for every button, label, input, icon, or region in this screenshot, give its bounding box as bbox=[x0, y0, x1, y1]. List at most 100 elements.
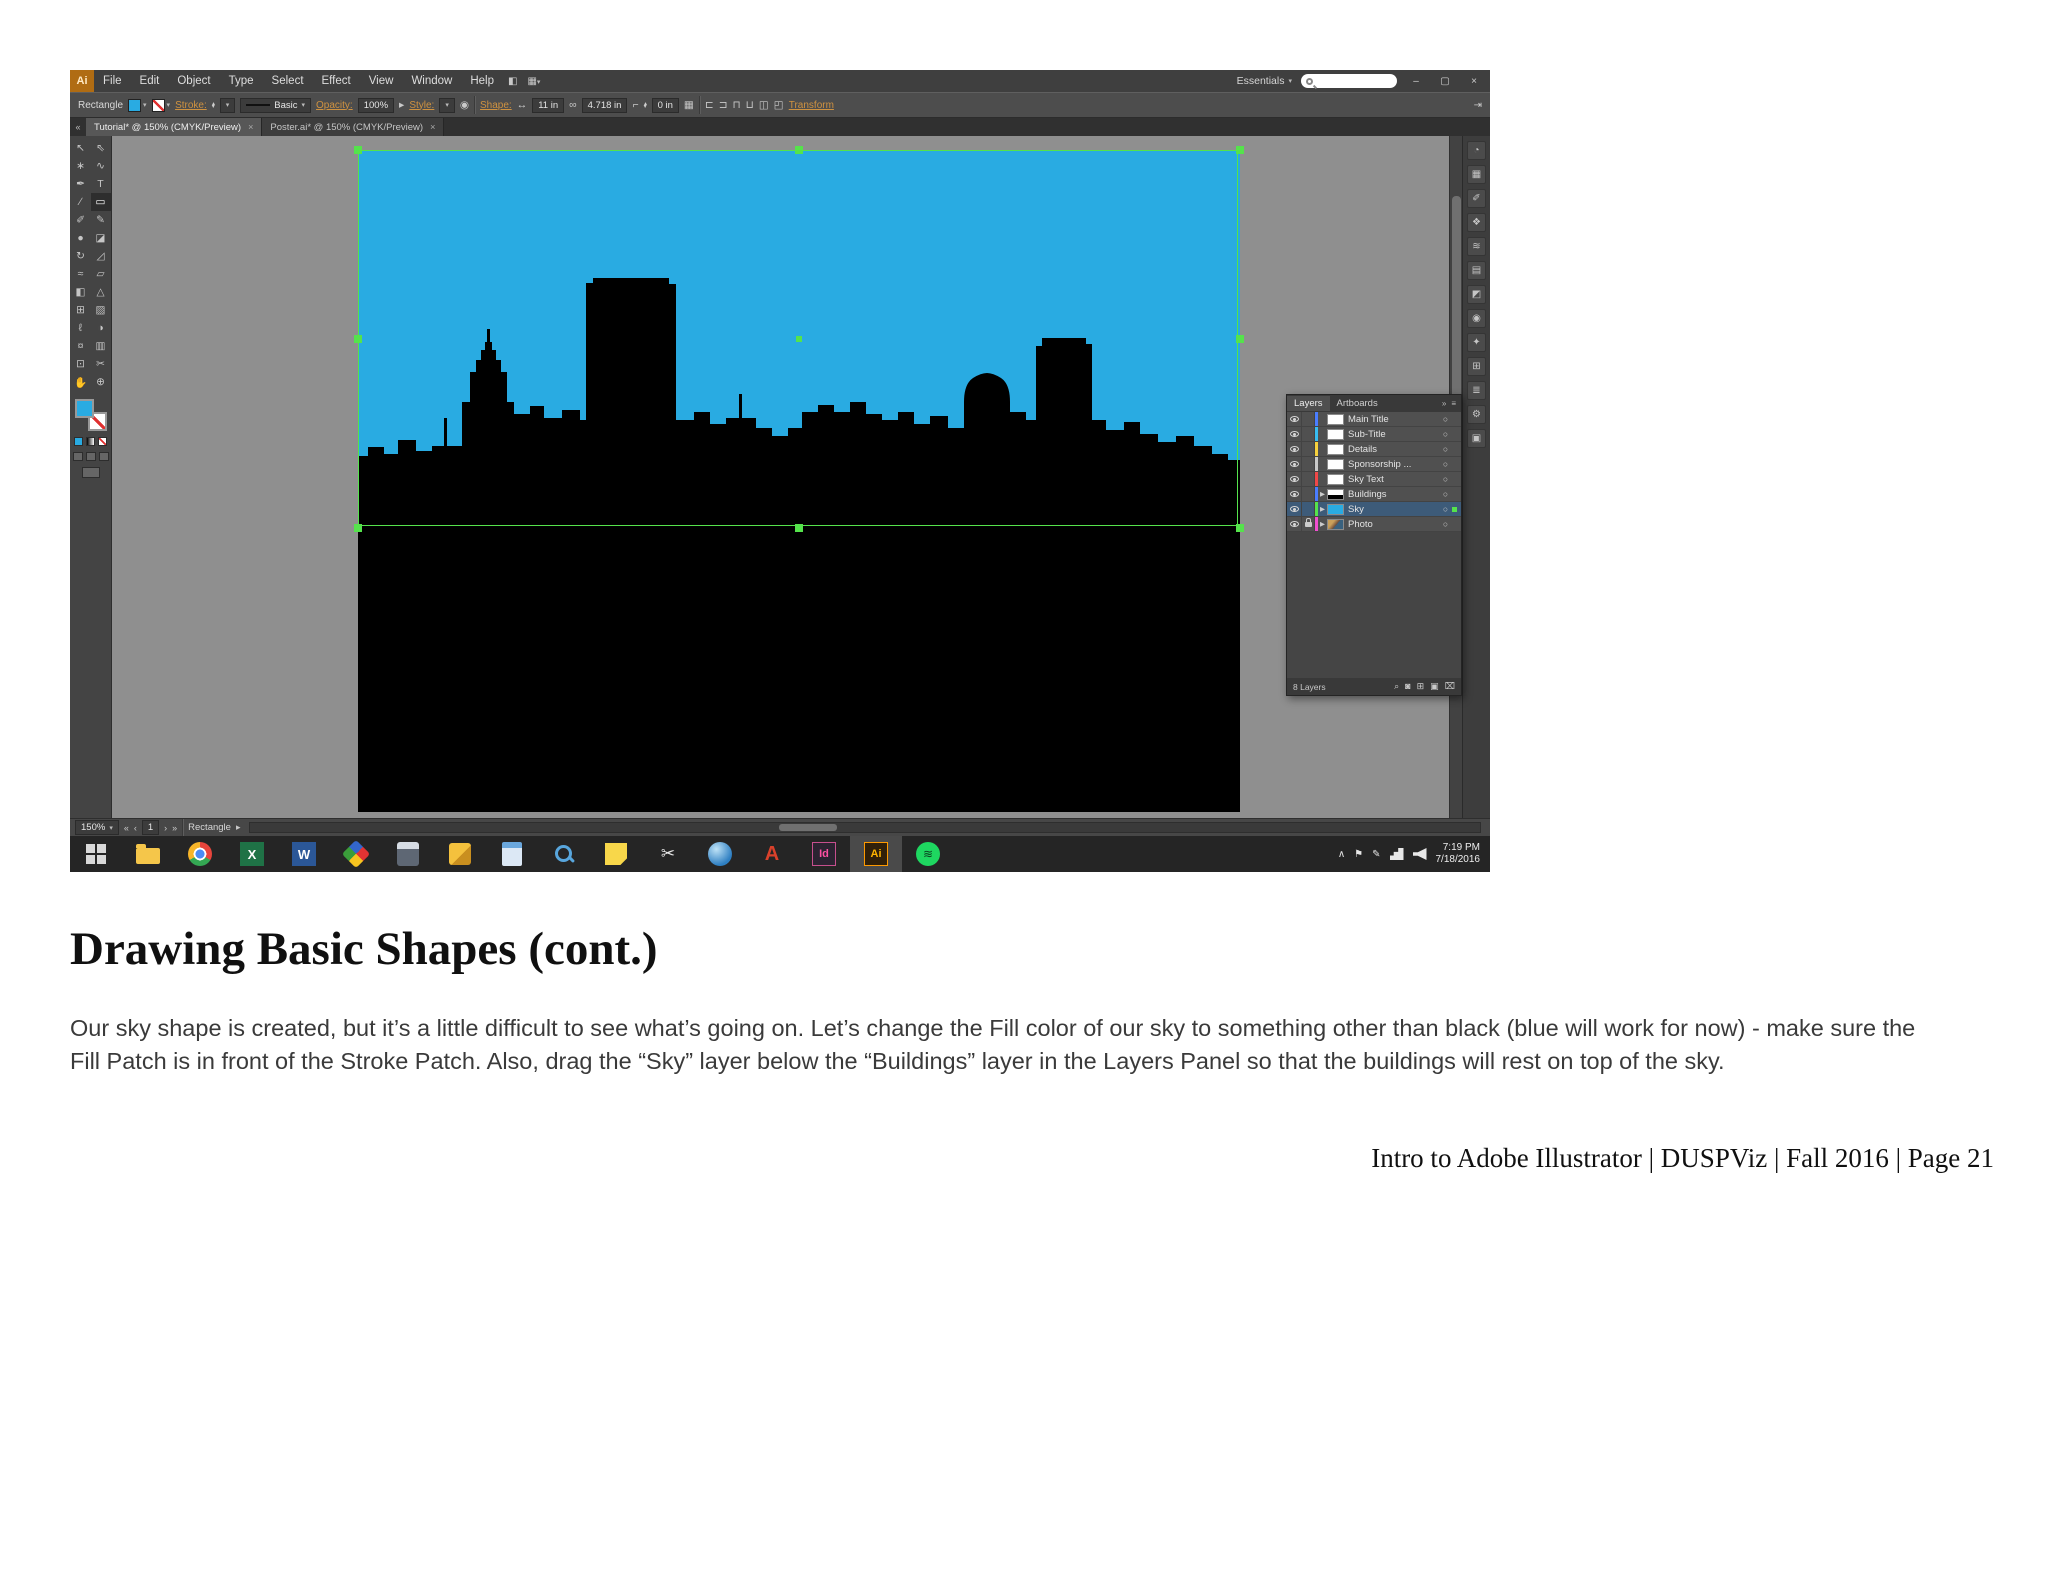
panel-menu-icon[interactable]: ≡ bbox=[1451, 399, 1456, 408]
taskbar-file-explorer[interactable] bbox=[122, 836, 174, 872]
gradient-mode-button[interactable] bbox=[86, 437, 95, 446]
eyedropper-tool[interactable]: ℓ bbox=[71, 319, 91, 337]
new-layer-icon[interactable]: ▣ bbox=[1430, 681, 1439, 692]
menu-view[interactable]: View bbox=[360, 75, 403, 87]
corner-radius-field[interactable]: 0 in bbox=[651, 97, 679, 113]
canvas[interactable] bbox=[112, 136, 1449, 818]
visibility-toggle[interactable] bbox=[1287, 517, 1302, 531]
action-center-icon[interactable]: ⚑ bbox=[1354, 849, 1363, 860]
taskbar-illustrator[interactable]: Ai bbox=[850, 836, 902, 872]
arrange-documents-icon[interactable]: ▦▾ bbox=[527, 76, 540, 87]
layer-name[interactable]: Buildings bbox=[1348, 489, 1439, 500]
layer-name[interactable]: Sky Text bbox=[1348, 474, 1439, 485]
rotate-tool[interactable]: ↻ bbox=[71, 247, 91, 265]
target-icon[interactable]: ○ bbox=[1439, 429, 1452, 439]
document-tab-poster[interactable]: Poster.ai* @ 150% (CMYK/Preview) × bbox=[262, 118, 445, 136]
tab-layers[interactable]: Layers bbox=[1287, 396, 1330, 411]
layer-row-sky-text[interactable]: Sky Text ○ bbox=[1287, 472, 1461, 487]
dock-swatches-panel-icon[interactable]: ▦ bbox=[1467, 165, 1486, 184]
zoom-select[interactable]: 150% ▾ bbox=[75, 820, 119, 835]
pen-settings-icon[interactable]: ✎ bbox=[1372, 849, 1380, 860]
menu-edit[interactable]: Edit bbox=[131, 75, 169, 87]
taskbar-app-yellow[interactable] bbox=[434, 836, 486, 872]
layer-thumbnail[interactable] bbox=[1327, 413, 1344, 425]
close-tab-icon[interactable]: × bbox=[248, 122, 253, 132]
visibility-toggle[interactable] bbox=[1287, 442, 1302, 456]
make-mask-icon[interactable]: ◙ bbox=[1405, 681, 1410, 692]
scale-tool[interactable]: ◿ bbox=[91, 247, 111, 265]
lasso-tool[interactable]: ∿ bbox=[91, 157, 111, 175]
align-center-icon[interactable]: ◫ bbox=[759, 99, 769, 111]
column-graph-tool[interactable]: ▥ bbox=[91, 337, 111, 355]
layer-row-buildings[interactable]: ▶ Buildings ○ bbox=[1287, 487, 1461, 502]
artboard-tool[interactable]: ⊡ bbox=[71, 355, 91, 373]
next-artboard-button[interactable]: › bbox=[164, 823, 167, 833]
dock-symbols-panel-icon[interactable]: ❖ bbox=[1467, 213, 1486, 232]
layer-row-sub-title[interactable]: Sub-Title ○ bbox=[1287, 427, 1461, 442]
artwork[interactable] bbox=[354, 146, 1244, 812]
dock-transparency-panel-icon[interactable]: ◩ bbox=[1467, 285, 1486, 304]
blob-brush-tool[interactable]: ● bbox=[71, 229, 91, 247]
stroke-link[interactable]: Stroke: bbox=[175, 100, 207, 111]
visibility-toggle[interactable] bbox=[1287, 487, 1302, 501]
layer-thumbnail[interactable] bbox=[1327, 473, 1344, 485]
transform-link[interactable]: Transform bbox=[789, 100, 834, 111]
slice-tool[interactable]: ✂ bbox=[91, 355, 111, 373]
layer-row-photo[interactable]: ▶ Photo ○ bbox=[1287, 517, 1461, 532]
zoom-tool[interactable]: ⊕ bbox=[91, 373, 111, 391]
selection-handle[interactable] bbox=[795, 524, 803, 532]
dock-control-bar-icon[interactable]: ⇥ bbox=[1474, 100, 1482, 111]
restore-button[interactable]: ▢ bbox=[1435, 76, 1455, 87]
layer-name[interactable]: Details bbox=[1348, 444, 1439, 455]
visibility-toggle[interactable] bbox=[1287, 427, 1302, 441]
opacity-popup-icon[interactable]: ▸ bbox=[399, 99, 404, 111]
expand-icon[interactable]: ▶ bbox=[1318, 520, 1327, 528]
horizontal-scrollbar-thumb[interactable] bbox=[779, 824, 838, 831]
target-icon[interactable]: ○ bbox=[1439, 459, 1452, 469]
tab-artboards[interactable]: Artboards bbox=[1330, 396, 1385, 411]
visibility-toggle[interactable] bbox=[1287, 472, 1302, 486]
dock-stroke-panel-icon[interactable]: ≋ bbox=[1467, 237, 1486, 256]
dock-brushes-panel-icon[interactable]: ✐ bbox=[1467, 189, 1486, 208]
stroke-swatch[interactable]: ▾ bbox=[151, 98, 170, 112]
screen-mode-button[interactable] bbox=[81, 467, 100, 478]
layer-thumbnail[interactable] bbox=[1327, 458, 1344, 470]
expand-icon[interactable]: ▶ bbox=[1318, 490, 1327, 498]
layer-thumbnail[interactable] bbox=[1327, 443, 1344, 455]
target-icon[interactable]: ○ bbox=[1439, 474, 1452, 484]
menu-type[interactable]: Type bbox=[220, 75, 263, 87]
workspace-switcher[interactable]: Essentials ▾ bbox=[1237, 75, 1292, 87]
layer-row-sky[interactable]: ▶ Sky ○ bbox=[1287, 502, 1461, 517]
color-mode-button[interactable] bbox=[74, 437, 83, 446]
style-select[interactable]: ▾ bbox=[439, 97, 455, 113]
delete-layer-icon[interactable]: ⌧ bbox=[1445, 681, 1455, 692]
hand-tool[interactable]: ✋ bbox=[71, 373, 91, 391]
bridge-icon[interactable]: ◧ bbox=[508, 76, 517, 87]
taskbar-browser[interactable] bbox=[694, 836, 746, 872]
visibility-toggle[interactable] bbox=[1287, 502, 1302, 516]
menu-file[interactable]: File bbox=[94, 75, 131, 87]
layer-thumbnail[interactable] bbox=[1327, 518, 1344, 530]
taskbar-calculator[interactable] bbox=[382, 836, 434, 872]
taskbar-clock[interactable]: 7:19 PM 7/18/2016 bbox=[1436, 842, 1481, 867]
taskbar-app-colorful[interactable] bbox=[330, 836, 382, 872]
taskbar-word[interactable]: W bbox=[278, 836, 330, 872]
direct-selection-tool[interactable]: ⇖ bbox=[91, 139, 111, 157]
dock-info-panel-icon[interactable]: ▣ bbox=[1467, 429, 1486, 448]
target-icon[interactable]: ○ bbox=[1439, 444, 1452, 454]
horizontal-scrollbar[interactable] bbox=[249, 822, 1481, 833]
layer-row-main-title[interactable]: Main Title ○ bbox=[1287, 412, 1461, 427]
draw-inside-button[interactable] bbox=[98, 452, 109, 461]
dock-links-panel-icon[interactable]: ⚙ bbox=[1467, 405, 1486, 424]
paintbrush-tool[interactable]: ✐ bbox=[71, 211, 91, 229]
lock-toggle[interactable] bbox=[1302, 412, 1315, 426]
selection-handle[interactable] bbox=[795, 146, 803, 154]
visibility-toggle[interactable] bbox=[1287, 457, 1302, 471]
rectangle-tool[interactable]: ▭ bbox=[90, 193, 111, 211]
layer-row-details[interactable]: Details ○ bbox=[1287, 442, 1461, 457]
taskbar-spotify[interactable]: ≋ bbox=[902, 836, 954, 872]
collapse-panel-icon[interactable]: » bbox=[1442, 399, 1446, 408]
align-left-icon[interactable]: ⊏ bbox=[705, 99, 714, 111]
search-box[interactable] bbox=[1301, 74, 1397, 88]
network-icon[interactable] bbox=[1389, 848, 1404, 860]
